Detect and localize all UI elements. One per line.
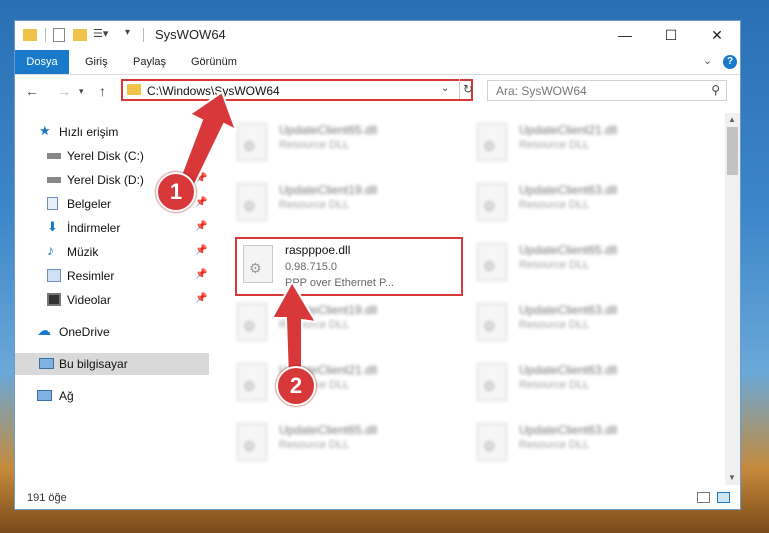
videos-icon: [47, 293, 61, 306]
qa-dropdown-icon[interactable]: ▾: [125, 27, 130, 43]
nav-item-onedrive[interactable]: ☁ OneDrive: [15, 321, 209, 343]
file-tile[interactable]: UpdateClient21.dll Resource DLL: [469, 117, 689, 167]
window-title: SysWOW64: [155, 27, 226, 42]
documents-icon: [47, 197, 58, 210]
separator: [45, 28, 46, 42]
nav-item-downloads[interactable]: ⬇ İndirmeler 📌: [15, 217, 209, 239]
separator: [143, 28, 144, 42]
file-tile[interactable]: UpdateClient65.dll Resource DLL: [229, 417, 449, 467]
nav-item-drive-c[interactable]: Yerel Disk (C:) 📌: [15, 145, 209, 167]
network-icon: [37, 390, 52, 401]
pin-icon[interactable]: 📌: [195, 269, 207, 280]
explorer-window: ☰▾ ▾ SysWOW64 — ☐ ✕ Dosya Giriş Paylaş G…: [14, 20, 741, 510]
pin-icon[interactable]: 📌: [195, 293, 207, 304]
address-bar[interactable]: C:\Windows\SysWOW64 ⌄ ↻: [121, 79, 473, 101]
nav-item-quick-access[interactable]: ★ Hızlı erişim: [15, 121, 209, 143]
address-path: C:\Windows\SysWOW64: [147, 84, 280, 98]
properties-icon[interactable]: [53, 28, 65, 42]
dll-file-icon: [477, 423, 507, 461]
back-icon[interactable]: ←: [25, 83, 39, 99]
file-tile[interactable]: UpdateClient63.dll Resource DLL: [469, 177, 689, 227]
search-icon[interactable]: ⚲: [711, 83, 720, 97]
cloud-icon: ☁: [37, 322, 51, 338]
dll-file-icon: [477, 183, 507, 221]
tab-file[interactable]: Dosya: [15, 50, 69, 74]
nav-item-network[interactable]: Ağ: [15, 385, 209, 407]
dll-file-icon: [237, 423, 267, 461]
title-bar: ☰▾ ▾ SysWOW64 — ☐ ✕: [15, 21, 740, 49]
download-icon: ⬇: [47, 219, 58, 234]
dll-file-icon: [237, 183, 267, 221]
search-placeholder: Ara: SysWOW64: [496, 84, 587, 98]
scrollbar-thumb[interactable]: [727, 127, 738, 175]
dll-file-icon: [477, 363, 507, 401]
dll-file-icon: [237, 303, 267, 341]
address-row: ← → ▾ ↑ C:\Windows\SysWOW64 ⌄ ↻ Ara: Sys…: [15, 75, 740, 109]
pictures-icon: [47, 269, 61, 282]
help-icon[interactable]: ?: [723, 55, 737, 69]
highlight-box-file: [235, 237, 463, 296]
file-tile[interactable]: UpdateClient65.dll Resource DLL: [229, 117, 449, 167]
folder-icon: [23, 29, 37, 41]
drive-icon: [47, 153, 61, 159]
star-icon: ★: [39, 123, 51, 138]
dll-file-icon: [477, 243, 507, 281]
scroll-down-icon[interactable]: ▼: [728, 473, 736, 482]
folder-icon: [127, 84, 141, 95]
file-tile[interactable]: UpdateClient19.dll Resource DLL: [229, 297, 449, 347]
forward-icon[interactable]: →: [57, 83, 71, 99]
pin-icon[interactable]: 📌: [195, 221, 207, 232]
history-dropdown-icon[interactable]: ▾: [79, 86, 84, 97]
chevron-down-icon[interactable]: ⌄: [703, 54, 712, 67]
ribbon-tabs: Dosya Giriş Paylaş Görünüm ⌄ ?: [15, 50, 740, 75]
pin-icon[interactable]: 📌: [195, 149, 207, 160]
item-count: 191 öğe: [27, 492, 67, 504]
chevron-down-icon[interactable]: ⌄: [441, 83, 449, 94]
search-input[interactable]: Ara: SysWOW64 ⚲: [487, 80, 727, 101]
pin-icon[interactable]: 📌: [195, 245, 207, 256]
dll-file-icon: [477, 303, 507, 341]
minimize-button[interactable]: —: [602, 21, 648, 49]
nav-item-this-pc[interactable]: Bu bilgisayar: [15, 353, 209, 375]
nav-item-pictures[interactable]: Resimler 📌: [15, 265, 209, 287]
step-2-badge: 2: [276, 366, 316, 406]
large-icons-view-icon[interactable]: [717, 492, 730, 503]
refresh-icon[interactable]: ↻: [459, 79, 476, 99]
file-tile[interactable]: UpdateClient63.dll Resource DLL: [469, 297, 689, 347]
tab-share[interactable]: Paylaş: [123, 50, 176, 74]
file-tile[interactable]: UpdateClient63.dll Resource DLL: [469, 357, 689, 407]
nav-item-videos[interactable]: Videolar 📌: [15, 289, 209, 311]
computer-icon: [39, 358, 54, 369]
dll-file-icon: [477, 123, 507, 161]
navigation-pane: ★ Hızlı erişim Yerel Disk (C:) 📌 Yerel D…: [15, 113, 209, 485]
file-tile[interactable]: UpdateClient21.dll Resource DLL: [229, 357, 449, 407]
new-folder-icon[interactable]: [73, 29, 87, 41]
file-list: UpdateClient65.dll Resource DLL UpdateCl…: [211, 113, 725, 485]
drive-icon: [47, 177, 61, 183]
maximize-button[interactable]: ☐: [648, 21, 694, 49]
details-view-icon[interactable]: [697, 492, 710, 503]
music-icon: ♪: [47, 242, 54, 258]
dll-file-icon: [237, 363, 267, 401]
status-bar: 191 öğe: [15, 486, 740, 509]
pin-icon[interactable]: 📌: [195, 197, 207, 208]
nav-item-music[interactable]: ♪ Müzik 📌: [15, 241, 209, 263]
file-tile[interactable]: UpdateClient65.dll Resource DLL: [469, 237, 689, 287]
file-tile[interactable]: UpdateClient19.dll Resource DLL: [229, 177, 449, 227]
file-tile[interactable]: UpdateClient63.dll Resource DLL: [469, 417, 689, 467]
customize-qa-icon[interactable]: ☰▾: [93, 27, 108, 43]
vertical-scrollbar[interactable]: ▲ ▼: [725, 113, 740, 485]
tab-view[interactable]: Görünüm: [181, 50, 247, 74]
up-icon[interactable]: ↑: [99, 83, 106, 99]
dll-file-icon: [237, 123, 267, 161]
tab-home[interactable]: Giriş: [75, 50, 118, 74]
pin-icon[interactable]: 📌: [195, 173, 207, 184]
close-button[interactable]: ✕: [694, 21, 740, 49]
scroll-up-icon[interactable]: ▲: [728, 115, 736, 124]
step-1-badge: 1: [156, 172, 196, 212]
